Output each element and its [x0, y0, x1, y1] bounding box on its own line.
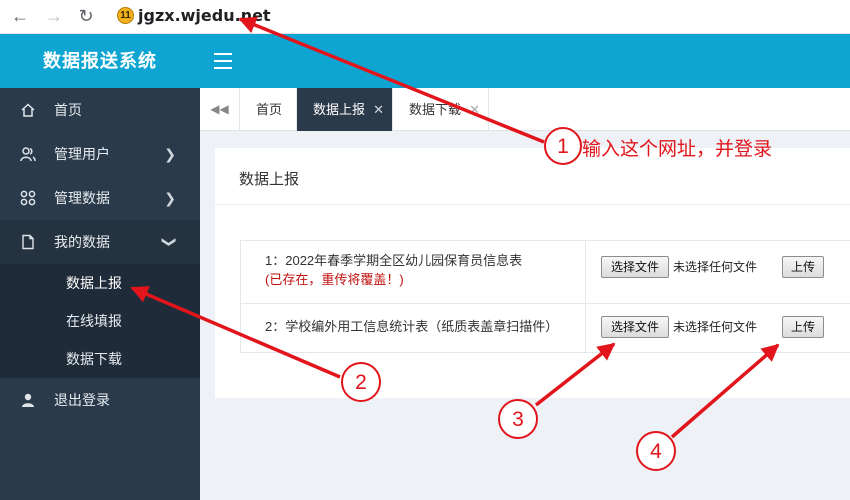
document-icon: [22, 234, 34, 250]
sidebar-subitem-data-download[interactable]: 数据下载: [0, 340, 200, 378]
grid-icon: [20, 190, 36, 206]
app-title: 数据报送系统: [43, 51, 157, 71]
row-label: 2：学校编外用工信息统计表（纸质表盖章扫描件）: [241, 304, 586, 352]
choose-file-button[interactable]: 选择文件: [601, 256, 669, 278]
sidebar-item-label: 退出登录: [54, 392, 110, 408]
tab-label: 数据下载: [409, 102, 462, 117]
chevron-right-icon: ❯: [164, 190, 176, 206]
tab-strip: ◀◀ 首页 数据上报 ✕ 数据下载 ✕: [200, 88, 850, 131]
sidebar-item-manage-data[interactable]: 管理数据 ❯: [0, 176, 200, 220]
browser-toolbar: ← → ↻ 11 jgzx.wjedu.net: [0, 0, 850, 34]
tab-home[interactable]: 首页: [240, 88, 297, 131]
no-file-text: 未选择任何文件: [673, 260, 758, 274]
user-icon: [22, 393, 34, 407]
sidebar-subitem-online-fill[interactable]: 在线填报: [0, 302, 200, 340]
tab-label: 首页: [256, 102, 283, 117]
row-title: 1：2022年春季学期全区幼儿园保育员信息表: [265, 253, 523, 268]
sidebar-item-logout[interactable]: 退出登录: [0, 378, 200, 422]
sidebar-item-label: 管理数据: [54, 190, 110, 206]
divider: [215, 204, 850, 205]
sidebar-item-my-data[interactable]: 我的数据 ❯: [0, 220, 200, 264]
upload-button[interactable]: 上传: [782, 256, 824, 278]
users-icon: [20, 147, 36, 162]
row-label: 1：2022年春季学期全区幼儿园保育员信息表 (已存在，重传将覆盖！): [241, 241, 586, 303]
sidebar-item-home[interactable]: 首页: [0, 88, 200, 132]
sidebar-item-manage-users[interactable]: 管理用户 ❯: [0, 132, 200, 176]
sidebar-item-label: 首页: [54, 102, 82, 118]
content-panel: 数据上报 1：2022年春季学期全区幼儿园保育员信息表 (已存在，重传将覆盖！)…: [215, 148, 850, 398]
back-arrow-icon[interactable]: ←: [8, 5, 32, 27]
close-icon[interactable]: ✕: [469, 88, 480, 131]
upload-table: 1：2022年春季学期全区幼儿园保育员信息表 (已存在，重传将覆盖！) 选择文件…: [240, 240, 850, 353]
sidebar-item-label: 我的数据: [54, 234, 110, 250]
annotation-marker-label: 4: [650, 440, 662, 463]
annotation-note: 输入这个网址，并登录: [582, 139, 773, 160]
forward-arrow-icon[interactable]: →: [42, 5, 66, 27]
sidebar-subitem-data-upload[interactable]: 数据上报: [0, 264, 200, 302]
tab-data-upload[interactable]: 数据上报 ✕: [297, 88, 393, 131]
tab-label: 数据上报: [313, 102, 366, 117]
overwrite-warning: (已存在，重传将覆盖！): [265, 272, 404, 287]
no-file-text: 未选择任何文件: [673, 320, 758, 334]
panel-title: 数据上报: [239, 171, 300, 188]
address-bar-url[interactable]: jgzx.wjedu.net: [138, 6, 271, 25]
tab-data-download[interactable]: 数据下载 ✕: [393, 88, 489, 131]
annotation-marker-3: [498, 399, 538, 439]
reload-icon[interactable]: ↻: [74, 5, 98, 27]
choose-file-button[interactable]: 选择文件: [601, 316, 669, 338]
upload-button[interactable]: 上传: [782, 316, 824, 338]
annotation-marker-label: 3: [512, 408, 524, 431]
annotation-marker-4: [636, 431, 676, 471]
sidebar-item-label: 管理用户: [54, 146, 110, 162]
table-row: 1：2022年春季学期全区幼儿园保育员信息表 (已存在，重传将覆盖！) 选择文件…: [241, 241, 850, 304]
home-icon: [21, 103, 35, 117]
close-icon[interactable]: ✕: [373, 88, 384, 131]
row-title: 2：学校编外用工信息统计表（纸质表盖章扫描件）: [265, 319, 559, 334]
hamburger-menu-icon[interactable]: [212, 48, 234, 74]
sidebar-submenu: 数据上报 在线填报 数据下载: [0, 264, 200, 378]
chevron-down-icon: ❯: [162, 236, 179, 248]
double-chevron-left-icon[interactable]: ◀◀: [200, 88, 240, 131]
site-badge-icon: 11: [117, 7, 134, 24]
chevron-right-icon: ❯: [164, 146, 176, 162]
app-header: 数据报送系统: [0, 34, 850, 88]
table-row: 2：学校编外用工信息统计表（纸质表盖章扫描件） 选择文件 未选择任何文件 上传: [241, 304, 850, 352]
sidebar: 首页 管理用户 ❯ 管理数据 ❯ 我的数据 ❯ 数据上报 在线填报 数据下载 退…: [0, 88, 200, 500]
